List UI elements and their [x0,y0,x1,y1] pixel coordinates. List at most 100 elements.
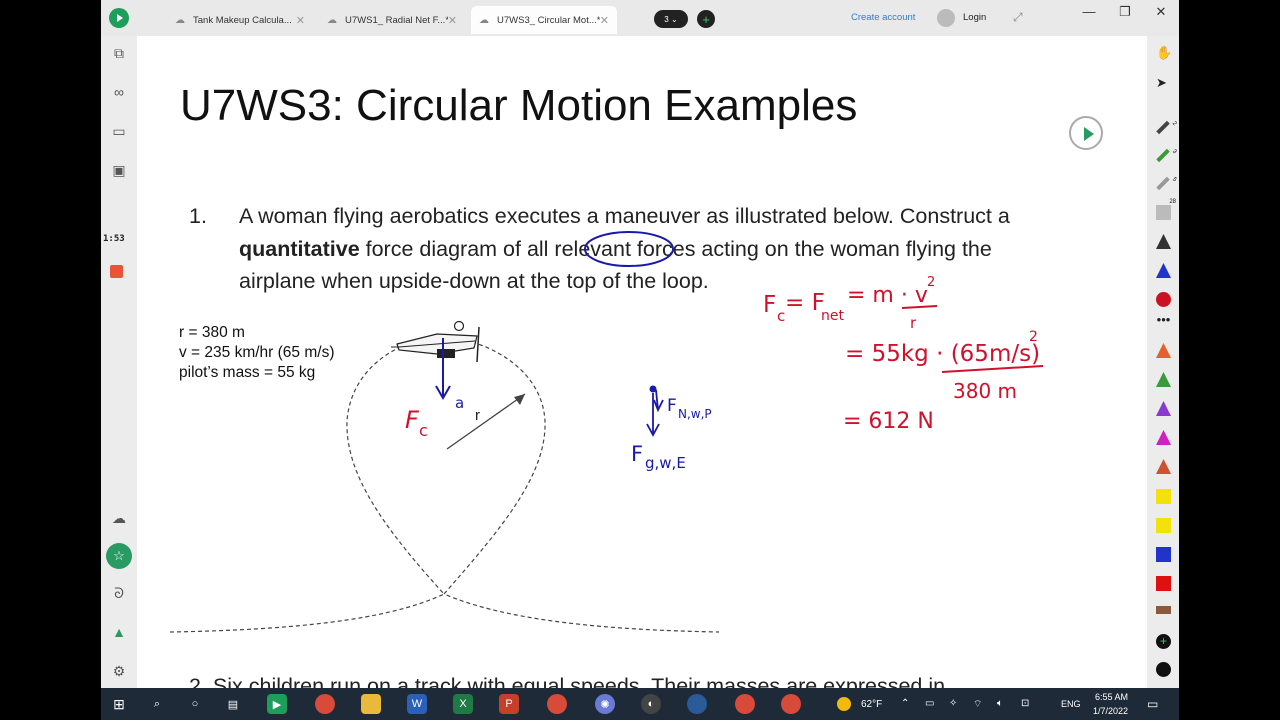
settings-app-icon[interactable]: ✺ [595,694,615,714]
force-diagram [646,385,664,437]
close-icon[interactable]: ✕ [600,14,609,27]
language-indicator[interactable]: ENG [1061,699,1081,709]
word-icon[interactable]: W [407,694,427,714]
wifi-icon[interactable]: ⌔ [973,698,982,711]
text-red-icon[interactable] [1156,576,1171,591]
windows-start-icon[interactable]: ⊞ [109,694,129,714]
binoculars-icon[interactable]: ∞ [108,81,130,103]
star-icon[interactable]: ☆ [106,543,132,569]
radius-arrowhead [514,394,525,405]
eq2-denominator: 380 m [953,379,1017,403]
diagram-svg: r F c a F N,w,P F g,w,E F c = F net = m … [169,231,1044,633]
tray-arrow-icon[interactable]: ⌃ [901,698,909,709]
more-icon[interactable]: ••• [1156,313,1171,331]
recording-timer: 1:53 [103,234,125,244]
weather-sun-icon[interactable] [837,697,851,711]
widgets-icon[interactable]: ▤ [223,694,243,714]
tab-label: U7WS3_ Circular Mot...* [497,14,600,26]
eq1-f: F [763,292,776,318]
normal-force-subscript: N,w,P [678,407,712,421]
add-tool-icon[interactable]: + [1156,634,1171,649]
graduation-icon[interactable]: ▲ [108,621,130,643]
title-bar: ☁ Tank Makeup Calcula... ✕ ☁ U7WS1_ Radi… [101,0,1179,36]
pen-red-icon[interactable] [1156,292,1171,307]
notebook-canvas[interactable]: U7WS3: Circular Motion Examples 1. A wom… [137,36,1147,688]
settings-icon[interactable]: ⚙ [108,660,130,682]
eq2: = 55kg · (65m/s) [845,341,1040,367]
notification-icon[interactable]: ▭ [1147,697,1158,711]
highlighter-black-icon[interactable] [1156,234,1171,249]
pen-gray-icon[interactable]: 5 [1156,177,1177,191]
eq2-exponent: 2 [1029,329,1038,345]
tab-circular-motion[interactable]: ☁ U7WS3_ Circular Mot...* ✕ [471,6,617,34]
weather-temp[interactable]: 62°F [861,699,882,710]
page-count-dropdown[interactable]: 3 ⌄ [654,10,688,28]
photos-icon[interactable] [687,694,707,714]
close-window-button[interactable]: ✕ [1151,4,1171,20]
cloud-icon: ☁ [175,14,185,26]
taskbar: ⊞ ⌕ ○ ▤ ▶ W X P ✺ ◐ 62°F ⌃ ▭ ✧ ⌔ 🔈︎ ⊡ EN… [101,688,1179,720]
clock-time[interactable]: 6:55 AM [1095,692,1128,702]
chrome-2-icon[interactable] [547,694,567,714]
powerpoint-icon[interactable]: P [499,694,519,714]
cloud-icon[interactable]: ☁ [108,507,130,529]
search-icon[interactable]: ⌕ [147,694,167,714]
add-page-button[interactable]: + [697,10,715,28]
highlighter-blue-icon[interactable] [1156,263,1171,278]
eq1-fnet: = F [785,290,825,316]
chrome-4-icon[interactable] [781,694,801,714]
task-view-icon[interactable]: ○ [185,694,205,714]
tab-radial-net[interactable]: ☁ U7WS1_ Radial Net F...* ✕ [319,6,465,34]
text-brown-icon[interactable] [1156,606,1171,614]
clock-date[interactable]: 1/7/2022 [1093,706,1128,716]
chrome-3-icon[interactable] [735,694,755,714]
app-taskbar-icon[interactable]: ▶ [267,694,287,714]
close-icon[interactable]: ✕ [448,14,457,27]
notebook-app-window: ☁ Tank Makeup Calcula... ✕ ☁ U7WS1_ Radi… [101,0,1179,688]
volume-icon[interactable]: 🔈︎ [997,698,1003,709]
marker-green-icon[interactable] [1156,372,1171,387]
text-blue-icon[interactable] [1156,547,1171,562]
pointer-icon[interactable]: ➤ [1156,75,1171,90]
close-icon[interactable]: ✕ [296,14,305,27]
marker-orange-icon[interactable] [1156,343,1171,358]
tab-label: U7WS1_ Radial Net F...* [345,14,448,26]
folder-icon[interactable] [361,694,381,714]
battery-icon[interactable]: ▭ [925,698,934,709]
marker-magenta-icon[interactable] [1156,430,1171,445]
expand-icon[interactable]: ⤢ [1013,10,1023,25]
save-icon[interactable]: ▣ [108,159,130,181]
app-logo-icon[interactable] [109,8,129,28]
chrome-icon[interactable] [315,694,335,714]
flight-loop-path [169,336,720,633]
excel-icon[interactable]: X [453,694,473,714]
create-account-link[interactable]: Create account [851,12,915,23]
media-icon[interactable]: ◐ [641,694,661,714]
restore-button[interactable]: ❐ [1115,4,1135,20]
login-button[interactable]: Login [963,12,986,23]
pen-black-icon[interactable]: 2 [1156,121,1177,135]
text-yellow-icon[interactable] [1156,489,1171,504]
hand-icon[interactable]: ✋ [1156,45,1172,60]
tray-app-icon[interactable]: ⊡ [1021,698,1029,709]
play-tool-icon[interactable] [1156,662,1171,677]
text-yellow-2-icon[interactable] [1156,518,1171,533]
minimize-button[interactable]: — [1079,4,1099,19]
swirl-icon[interactable]: ᘐ [108,582,130,604]
marker-rust-icon[interactable] [1156,459,1171,474]
tab-tank-makeup[interactable]: ☁ Tank Makeup Calcula... ✕ [167,6,313,34]
badge: 2 [1170,120,1178,128]
pages-icon[interactable]: ⧉ [108,42,130,64]
marker-purple-icon[interactable] [1156,401,1171,416]
eraser-icon[interactable]: 28 [1156,199,1176,220]
relevant-highlight-ellipse [584,231,674,267]
pen-green-icon[interactable]: 3 [1156,149,1177,163]
keyboard-icon[interactable]: ▭ [108,120,130,142]
airplane-illustration [391,320,480,363]
avatar[interactable] [937,9,955,27]
radius-label: r [475,407,480,424]
dropbox-icon[interactable]: ✧ [949,698,957,709]
stop-recording-button[interactable] [110,265,123,278]
page-count: 3 [664,14,669,24]
eq1-sub-c: c [777,307,785,325]
